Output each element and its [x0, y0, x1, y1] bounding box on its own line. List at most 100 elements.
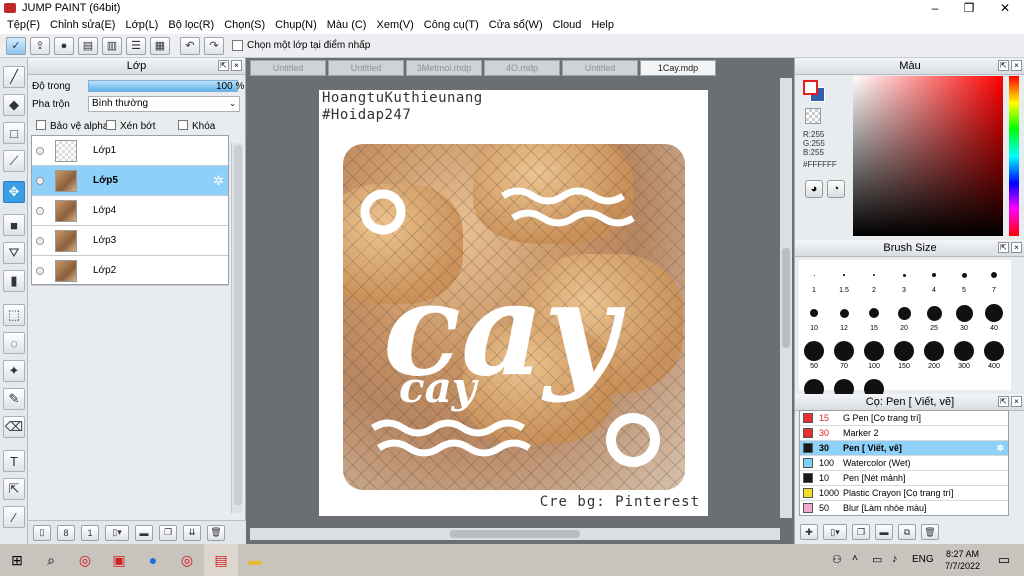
select-pen-icon[interactable]: ✎: [3, 388, 25, 410]
brush-size-cell[interactable]: 100: [859, 338, 889, 376]
cloud-sync-icon[interactable]: ✓: [6, 36, 26, 55]
canvas-horizontal-scrollbar[interactable]: [250, 528, 780, 540]
brush-size-cell[interactable]: 5: [949, 262, 979, 300]
subtool-item[interactable]: 15 G Pen [Cọ trang trí]: [800, 411, 1008, 426]
app-grid-icon[interactable]: ▣: [102, 544, 136, 576]
subtool-item-selected[interactable]: 30 Pen [ Viết, vẽ] ✲: [800, 441, 1008, 456]
protect-alpha-checkbox[interactable]: [36, 120, 46, 130]
brush-size-cell[interactable]: 3: [889, 262, 919, 300]
visibility-icon[interactable]: [36, 236, 44, 245]
brush-size-cell[interactable]: 10: [799, 300, 829, 338]
redo-icon[interactable]: ↷: [204, 36, 224, 55]
menu-file[interactable]: Tệp(F): [2, 19, 45, 31]
undock-icon[interactable]: ⇱: [218, 60, 229, 71]
opera-icon[interactable]: ◎: [68, 544, 102, 576]
undock-icon[interactable]: ⇱: [998, 396, 1009, 407]
chevron-up-icon[interactable]: ˄: [852, 553, 858, 564]
list-icon[interactable]: ☰: [126, 36, 146, 55]
jump-paint-taskbar-icon[interactable]: ▤: [204, 544, 238, 576]
menu-filter[interactable]: Bộ lọc(R): [163, 19, 219, 31]
transparent-color-swatch[interactable]: [805, 108, 821, 124]
menu-tools[interactable]: Công cụ(T): [419, 19, 484, 31]
menu-cloud[interactable]: Cloud: [548, 19, 587, 31]
saturation-value-picker[interactable]: [853, 76, 1003, 236]
checklist-icon[interactable]: ▦: [150, 36, 170, 55]
subtool-item[interactable]: 50 Blur [Làm nhòe màu]: [800, 501, 1008, 515]
menu-view[interactable]: Xem(V): [371, 19, 418, 31]
undock-icon[interactable]: ⇱: [998, 60, 1009, 71]
layer-row[interactable]: Lớp4: [32, 196, 228, 226]
canvas-vertical-scrollbar[interactable]: [780, 78, 792, 518]
maximize-button[interactable]: ❐: [952, 0, 986, 16]
scroll-thumb[interactable]: [234, 145, 242, 505]
brush-size-cell[interactable]: 40: [979, 300, 1009, 338]
close-panel-icon[interactable]: ×: [1011, 60, 1022, 71]
palette-edit-icon[interactable]: ◔: [827, 180, 845, 198]
file-explorer-icon[interactable]: ▬: [238, 544, 272, 576]
minimize-button[interactable]: –: [918, 0, 952, 16]
brush-tool-icon[interactable]: ╱: [3, 66, 25, 88]
tab-3metmoi[interactable]: 3Metmoi.mdp: [406, 60, 482, 76]
lock-option[interactable]: Khóa: [178, 120, 215, 132]
foreground-color-swatch[interactable]: [803, 80, 818, 95]
rect-select-icon[interactable]: ⬚: [3, 304, 25, 326]
duplicate-icon[interactable]: ⧉: [898, 524, 916, 540]
language-indicator[interactable]: ENG: [912, 554, 934, 565]
visibility-icon[interactable]: [36, 266, 44, 275]
message-icon[interactable]: ▤: [78, 36, 98, 55]
tab-untitled-1[interactable]: Untitled: [250, 60, 326, 76]
visibility-icon[interactable]: [36, 176, 44, 185]
layer-row[interactable]: Lớp2: [32, 256, 228, 286]
close-panel-icon[interactable]: ×: [1011, 242, 1022, 253]
move-tool-icon[interactable]: ✥: [3, 181, 25, 203]
text-tool-icon[interactable]: T: [3, 450, 25, 472]
hue-slider[interactable]: [1009, 76, 1019, 236]
brush-size-cell[interactable]: 300: [949, 338, 979, 376]
close-panel-icon[interactable]: ×: [1011, 396, 1022, 407]
subtool-item[interactable]: 10 Pen [Nét mảnh]: [800, 471, 1008, 486]
comment-icon[interactable]: ●: [54, 36, 74, 55]
undock-icon[interactable]: ⇱: [998, 242, 1009, 253]
zalo-icon[interactable]: ●: [136, 544, 170, 576]
brush-size-cell[interactable]: 15: [859, 300, 889, 338]
new-layer-icon[interactable]: ▯: [33, 524, 51, 541]
folder-icon[interactable]: ▬: [135, 524, 153, 541]
brush-size-cell[interactable]: 25: [919, 300, 949, 338]
subtool-item[interactable]: 30 Marker 2: [800, 426, 1008, 441]
menu-color[interactable]: Màu (C): [322, 19, 372, 31]
rectangle-shape-icon[interactable]: □: [3, 122, 25, 144]
subtool-item[interactable]: 1000 Plastic Crayon [Cọ trang trí]: [800, 486, 1008, 501]
volume-icon[interactable]: ♪: [892, 553, 898, 565]
menu-select[interactable]: Chọn(S): [219, 19, 270, 31]
select-layer-checkbox[interactable]: [232, 40, 243, 51]
new-8bit-layer-icon[interactable]: 8: [57, 524, 75, 541]
menu-window[interactable]: Cửa sổ(W): [484, 19, 548, 31]
tab-1cay-active[interactable]: 1Cay.mdp: [640, 60, 716, 76]
tab-untitled-2[interactable]: Untitled: [328, 60, 404, 76]
brush-size-cell[interactable]: 150: [889, 338, 919, 376]
brush-size-cell[interactable]: 2: [859, 262, 889, 300]
brush-size-cell[interactable]: 7: [979, 262, 1009, 300]
clipping-checkbox[interactable]: [106, 120, 116, 130]
people-icon[interactable]: ⚇: [832, 553, 842, 566]
menu-layer[interactable]: Lớp(L): [120, 19, 163, 31]
brush-size-cell[interactable]: 1: [799, 262, 829, 300]
scroll-thumb[interactable]: [782, 248, 790, 348]
gear-icon[interactable]: ✲: [213, 173, 224, 189]
bucket-fill-icon[interactable]: ⛛: [3, 242, 25, 264]
clipping-option[interactable]: Xén bớt: [106, 120, 155, 132]
tab-untitled-3[interactable]: Untitled: [562, 60, 638, 76]
brush-size-cell[interactable]: 50: [799, 338, 829, 376]
lock-checkbox[interactable]: [178, 120, 188, 130]
windows-start-icon[interactable]: ⊞: [0, 544, 34, 576]
brush-size-cell[interactable]: 30: [949, 300, 979, 338]
visibility-icon[interactable]: [36, 146, 44, 155]
layer-row[interactable]: Lớp3: [32, 226, 228, 256]
palette-icon[interactable]: ◕: [805, 180, 823, 198]
protect-alpha-option[interactable]: Bảo vệ alpha: [36, 120, 108, 132]
lasso-select-icon[interactable]: ◌: [3, 332, 25, 354]
brush-size-cell[interactable]: 20: [889, 300, 919, 338]
close-button[interactable]: ✕: [988, 0, 1022, 16]
subtool-copy-icon[interactable]: ❐: [852, 524, 870, 540]
brush-size-cell[interactable]: 70: [829, 338, 859, 376]
